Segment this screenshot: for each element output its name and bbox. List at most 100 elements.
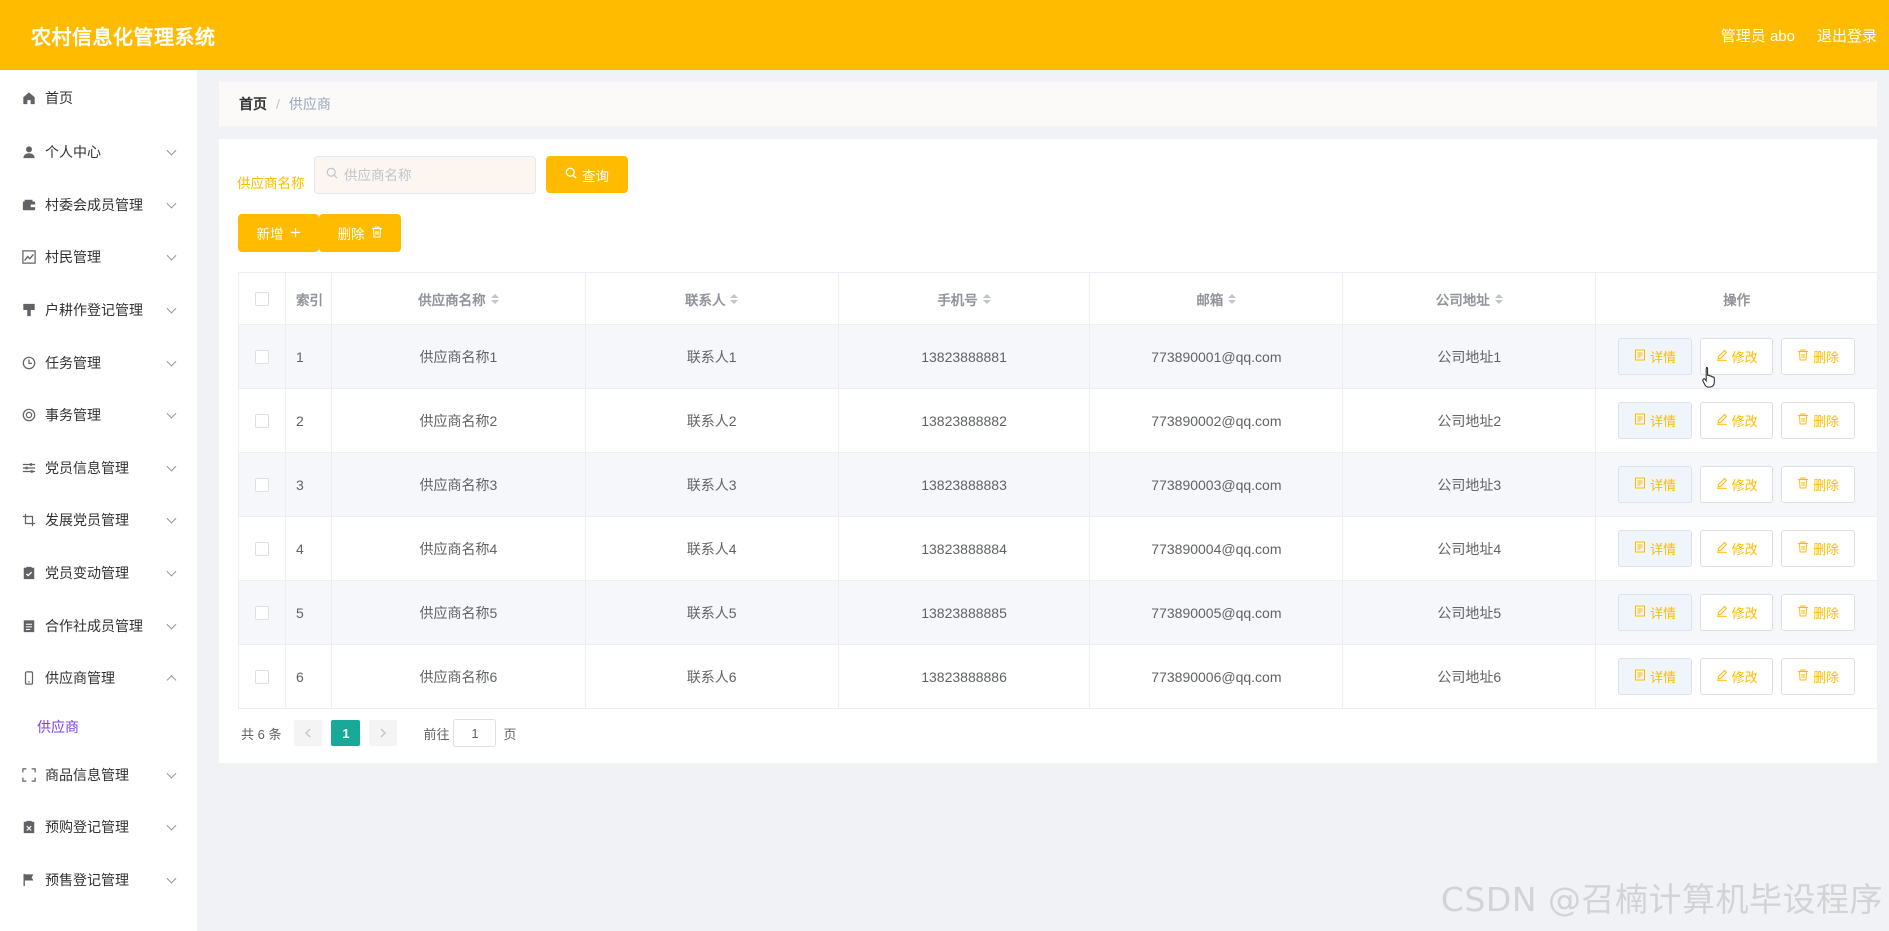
row-checkbox[interactable]	[254, 669, 269, 684]
edit-label: 修改	[1731, 414, 1758, 429]
header-address[interactable]: 公司地址	[1343, 273, 1597, 325]
cell-index: 6	[285, 645, 332, 709]
delete-button[interactable]: 删除	[1781, 594, 1856, 631]
sidebar-item-farming[interactable]: 户耕作登记管理	[0, 284, 197, 337]
table-row: 2 供应商名称2 联系人2 13823888882 773890002@qq.com 公司…	[239, 389, 1878, 453]
sidebar-item-label: 发展党员管理	[45, 512, 129, 529]
table-row: 3 供应商名称3 联系人3 13823888883 773890003@qq.com 公司…	[239, 453, 1878, 517]
logout-link[interactable]: 退出登录	[1817, 25, 1877, 46]
goto-page-input[interactable]	[453, 719, 497, 747]
sort-icon[interactable]	[982, 293, 991, 304]
cell-name: 供应商名称1	[331, 325, 586, 389]
search-field[interactable]	[314, 156, 536, 194]
sidebar-item-label: 户耕作登记管理	[45, 302, 143, 319]
header-contact[interactable]: 联系人	[585, 273, 839, 325]
header-name[interactable]: 供应商名称	[331, 273, 586, 325]
sidebar-item-label: 个人中心	[45, 144, 101, 161]
cell-phone: 13823888883	[838, 453, 1091, 517]
chevron-down-icon	[166, 821, 177, 831]
edit-button[interactable]: 修改	[1700, 658, 1774, 695]
delete-button[interactable]: 删除	[1781, 402, 1856, 439]
search-icon	[565, 167, 577, 182]
row-checkbox[interactable]	[254, 477, 269, 492]
add-button[interactable]: 新增	[238, 214, 319, 252]
header-email[interactable]: 邮箱	[1090, 273, 1344, 325]
chevron-down-icon	[166, 566, 177, 577]
edit-button[interactable]: 修改	[1700, 402, 1774, 439]
delete-button[interactable]: 删除	[1781, 530, 1856, 567]
table-header-row: 索引 供应商名称 联系人 手机号 邮箱 公司地址 操作	[239, 273, 1878, 325]
cell-ops: 详情 修改 删除	[1596, 517, 1878, 581]
detail-button[interactable]: 详情	[1618, 658, 1693, 695]
header-ops: 操作	[1596, 273, 1878, 325]
user-label[interactable]: 管理员 abo	[1721, 25, 1795, 46]
sidebar-item-presale[interactable]: 预售登记管理	[0, 854, 197, 907]
sort-icon[interactable]	[1228, 293, 1237, 304]
sidebar-item-committee[interactable]: 村委会成员管理	[0, 179, 197, 232]
edit-icon	[1716, 541, 1728, 556]
sidebar: 首页 个人中心 村委会成员管理 村民管理 户耕作登记管理 任务管理 事务管理 党…	[0, 70, 197, 931]
row-checkbox[interactable]	[254, 541, 269, 556]
select-all-checkbox[interactable]	[254, 291, 269, 306]
cell-contact: 联系人4	[585, 517, 839, 581]
sidebar-item-personal-center[interactable]: 个人中心	[0, 126, 197, 179]
sidebar-item-goods[interactable]: 商品信息管理	[0, 749, 197, 802]
sidebar-item-home[interactable]: 首页	[0, 70, 197, 126]
row-checkbox[interactable]	[254, 605, 269, 620]
sidebar-item-villagers[interactable]: 村民管理	[0, 231, 197, 284]
cell-ops: 详情 修改 删除	[1596, 389, 1878, 453]
breadcrumb-home[interactable]: 首页	[239, 94, 267, 114]
sidebar-item-label: 村委会成员管理	[45, 196, 143, 213]
header-phone[interactable]: 手机号	[838, 273, 1091, 325]
detail-button[interactable]: 详情	[1618, 402, 1693, 439]
edit-button[interactable]: 修改	[1700, 530, 1774, 567]
delete-button[interactable]: 删除	[1781, 658, 1856, 695]
sidebar-item-affairs[interactable]: 事务管理	[0, 389, 197, 442]
sidebar-item-preorder[interactable]: 预购登记管理	[0, 801, 197, 854]
page-number-button[interactable]: 1	[331, 720, 361, 746]
row-checkbox[interactable]	[254, 349, 269, 364]
sidebar-item-party-info[interactable]: 党员信息管理	[0, 442, 197, 495]
detail-button[interactable]: 详情	[1618, 594, 1693, 631]
detail-button[interactable]: 详情	[1618, 530, 1693, 567]
edit-button[interactable]: 修改	[1700, 594, 1774, 631]
detail-label: 详情	[1650, 414, 1677, 429]
chevron-up-icon	[166, 675, 177, 686]
query-button[interactable]: 查询	[546, 156, 628, 193]
next-page-button[interactable]	[369, 720, 398, 746]
prev-page-button[interactable]	[294, 720, 323, 746]
cell-index: 5	[285, 581, 332, 645]
edit-button[interactable]: 修改	[1700, 466, 1774, 503]
sidebar-item-tasks[interactable]: 任务管理	[0, 336, 197, 389]
pagination: 共 6 条 1 前往 页	[241, 719, 517, 747]
chevron-down-icon	[166, 768, 177, 779]
sidebar-item-party-develop[interactable]: 发展党员管理	[0, 494, 197, 547]
chevron-down-icon	[166, 873, 177, 884]
cell-email: 773890006@qq.com	[1090, 645, 1344, 709]
edit-label: 修改	[1731, 350, 1758, 365]
detail-button[interactable]: 详情	[1618, 338, 1693, 375]
delete-button[interactable]: 删除	[1781, 466, 1856, 503]
chevron-down-icon	[166, 461, 177, 472]
chart-icon	[22, 250, 36, 265]
detail-label: 详情	[1650, 478, 1677, 493]
edit-label: 修改	[1731, 606, 1758, 621]
edit-label: 修改	[1731, 478, 1758, 493]
cell-email: 773890005@qq.com	[1090, 581, 1344, 645]
row-check-cell	[239, 389, 286, 453]
sidebar-item-supplier-mgmt[interactable]: 供应商管理	[0, 652, 197, 705]
sort-icon[interactable]	[490, 293, 499, 304]
sidebar-item-coop[interactable]: 合作社成员管理	[0, 599, 197, 652]
search-input[interactable]	[344, 167, 524, 183]
delete-button[interactable]: 删除	[1781, 338, 1856, 375]
row-checkbox[interactable]	[254, 413, 269, 428]
sort-icon[interactable]	[730, 293, 739, 304]
sidebar-item-label: 党员变动管理	[45, 565, 129, 582]
sidebar-item-party-change[interactable]: 党员变动管理	[0, 547, 197, 600]
header-index: 索引	[285, 273, 332, 325]
sort-icon[interactable]	[1494, 293, 1503, 304]
cell-address: 公司地址6	[1343, 645, 1597, 709]
sidebar-subitem-supplier[interactable]: 供应商	[0, 705, 197, 749]
detail-button[interactable]: 详情	[1618, 466, 1693, 503]
batch-delete-button[interactable]: 删除	[319, 214, 401, 252]
